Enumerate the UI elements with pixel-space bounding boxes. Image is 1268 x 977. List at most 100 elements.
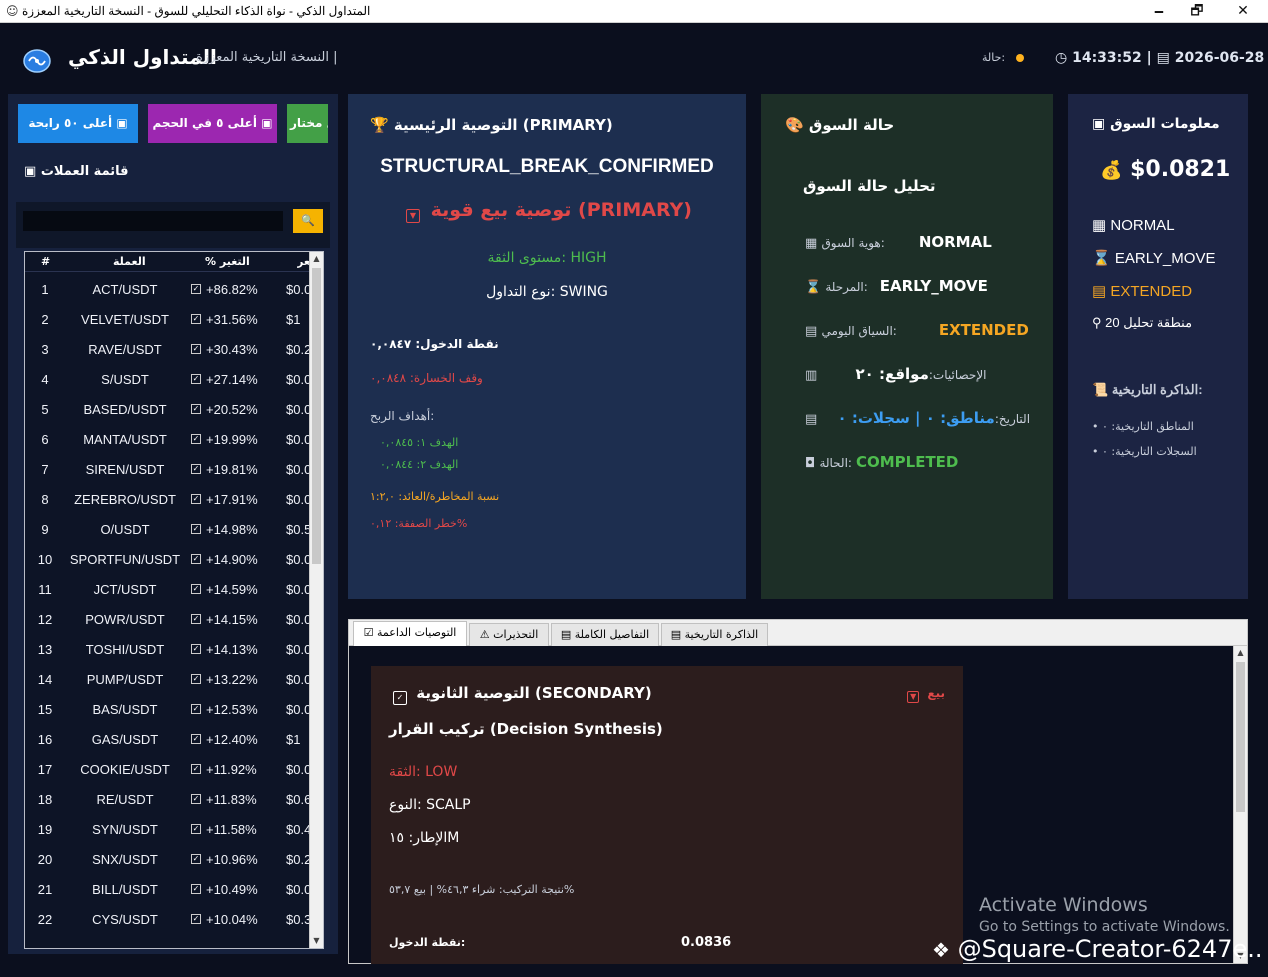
- row-index: 18: [37, 792, 53, 807]
- clock-icon: ◷: [1055, 50, 1068, 66]
- row-symbol: SNX/USDT: [92, 852, 158, 867]
- table-row[interactable]: 13 TOSHI/USDT ✓ +14.13% $0.00: [25, 634, 309, 664]
- row-symbol: BAS/USDT: [92, 702, 158, 717]
- row-price: $0.2: [286, 342, 309, 357]
- row-checkbox-icon[interactable]: ✓: [191, 524, 201, 534]
- row-checkbox-icon[interactable]: ✓: [191, 284, 201, 294]
- table-row[interactable]: 11 JCT/USDT ✓ +14.59% $0.00: [25, 574, 309, 604]
- row-checkbox-icon[interactable]: ✓: [191, 464, 201, 474]
- column-header-change[interactable]: % التغير: [205, 255, 250, 268]
- row-price: $0.0: [286, 702, 309, 717]
- scroll-up-arrow[interactable]: ▲: [310, 252, 323, 266]
- tab-warnings[interactable]: ⚠ التحذيرات: [469, 623, 549, 646]
- top-gainers-button[interactable]: أعلى ٥٠ رابحة ▣: [18, 104, 138, 143]
- identity-icon: ▦: [1092, 217, 1107, 234]
- target-2: الهدف ٢: ٠,٠٨٤٤: [380, 458, 459, 471]
- market-status-label: السياق اليومي:: [821, 324, 897, 338]
- row-checkbox-icon[interactable]: ✓: [191, 614, 201, 624]
- app-title: المتداول الذكي: [68, 45, 217, 69]
- table-row[interactable]: 3 RAVE/USDT ✓ +30.43% $0.2: [25, 334, 309, 364]
- tab-full-details[interactable]: ▤ التفاصيل الكاملة: [551, 623, 659, 646]
- table-row[interactable]: 22 CYS/USDT ✓ +10.04% $0.3: [25, 904, 309, 934]
- table-row[interactable]: 9 O/USDT ✓ +14.98% $0.5: [25, 514, 309, 544]
- column-header-price[interactable]: السعر: [297, 255, 309, 268]
- row-index: 17: [37, 762, 53, 777]
- close-button[interactable]: ✕: [1221, 0, 1265, 23]
- row-checkbox-icon[interactable]: ✓: [191, 704, 201, 714]
- stats-icon: ▥: [805, 368, 818, 383]
- row-price: $0.0: [286, 372, 309, 387]
- calendar-icon: ▤: [1092, 283, 1107, 300]
- row-checkbox-icon[interactable]: ✓: [191, 914, 201, 924]
- row-checkbox-icon[interactable]: ✓: [191, 494, 201, 504]
- row-change: +10.04%: [206, 912, 258, 927]
- table-row[interactable]: 12 POWR/USDT ✓ +14.15% $0.0: [25, 604, 309, 634]
- row-change: +30.43%: [206, 342, 258, 357]
- table-row[interactable]: 18 RE/USDT ✓ +11.83% $0.6: [25, 784, 309, 814]
- table-row[interactable]: 1 ACT/USDT ✓ +86.82% $0.0: [25, 274, 309, 304]
- market-status-value: NORMAL: [918, 233, 992, 251]
- scroll-down-arrow[interactable]: ▼: [310, 934, 323, 948]
- table-row[interactable]: 14 PUMP/USDT ✓ +13.22% $0.00: [25, 664, 309, 694]
- row-index: 2: [41, 312, 49, 327]
- row-checkbox-icon[interactable]: ✓: [191, 854, 201, 864]
- row-index: 14: [37, 672, 53, 687]
- selected-filter-button[interactable]: ل مختار: [287, 104, 328, 143]
- table-row[interactable]: 20 SNX/USDT ✓ +10.96% $0.2: [25, 844, 309, 874]
- row-checkbox-icon[interactable]: ✓: [191, 764, 201, 774]
- tab-supporting-recommendations[interactable]: ☑ التوصيات الداعمة: [353, 621, 467, 646]
- market-status-heading-text: حالة السوق: [808, 116, 895, 134]
- row-change: +10.49%: [206, 882, 258, 897]
- table-row[interactable]: 16 GAS/USDT ✓ +12.40% $1: [25, 724, 309, 754]
- row-symbol: POWR/USDT: [85, 612, 165, 627]
- row-change: +20.52%: [206, 402, 258, 417]
- row-change: +14.90%: [206, 552, 258, 567]
- row-price: $0.4: [286, 822, 309, 837]
- details-scrollbar[interactable]: ▲ ▼: [1233, 646, 1247, 963]
- info-chart-icon: ▣: [1092, 116, 1106, 132]
- table-row[interactable]: 4 S/USDT ✓ +27.14% $0.0: [25, 364, 309, 394]
- column-header-currency[interactable]: العملة: [113, 255, 146, 268]
- brain-logo-icon: [23, 49, 51, 73]
- check-icon: ☑: [363, 626, 374, 639]
- secondary-recommendation-card: ✓ التوصية الثانوية (SECONDARY) ▼ بيع ترك…: [371, 666, 963, 964]
- row-checkbox-icon[interactable]: ✓: [191, 314, 201, 324]
- table-row[interactable]: 2 VELVET/USDT ✓ +31.56% $1: [25, 304, 309, 334]
- top-volume-button[interactable]: أعلى ٥ في الحجم ▣: [148, 104, 277, 143]
- row-checkbox-icon[interactable]: ✓: [191, 584, 201, 594]
- row-checkbox-icon[interactable]: ✓: [191, 344, 201, 354]
- table-row[interactable]: 5 BASED/USDT ✓ +20.52% $0.0: [25, 394, 309, 424]
- table-row[interactable]: 8 ZEREBRO/USDT ✓ +17.91% $0.0: [25, 484, 309, 514]
- row-checkbox-icon[interactable]: ✓: [191, 404, 201, 414]
- row-checkbox-icon[interactable]: ✓: [191, 794, 201, 804]
- maximize-button[interactable]: 🗗: [1175, 0, 1219, 23]
- row-checkbox-icon[interactable]: ✓: [191, 884, 201, 894]
- table-scrollbar[interactable]: ▲ ▼: [309, 252, 323, 948]
- tab-historical-memory[interactable]: ▤ الذاكرة التاريخية: [661, 623, 768, 646]
- market-status-row: ⌛ المرحلة: EARLY_MOVE: [805, 277, 988, 295]
- search-button[interactable]: 🔍: [293, 209, 323, 233]
- row-checkbox-icon[interactable]: ✓: [191, 734, 201, 744]
- row-symbol: ZEREBRO/USDT: [74, 492, 176, 507]
- row-checkbox-icon[interactable]: ✓: [191, 674, 201, 684]
- table-row[interactable]: 7 SIREN/USDT ✓ +19.81% $0.0: [25, 454, 309, 484]
- scroll-thumb[interactable]: [1236, 662, 1245, 812]
- table-row[interactable]: 10 SPORTFUN/USDT ✓ +14.90% $0.0: [25, 544, 309, 574]
- row-checkbox-icon[interactable]: ✓: [191, 824, 201, 834]
- row-checkbox-icon[interactable]: ✓: [191, 374, 201, 384]
- row-checkbox-icon[interactable]: ✓: [191, 434, 201, 444]
- table-row[interactable]: 6 MANTA/USDT ✓ +19.99% $0.0: [25, 424, 309, 454]
- search-input[interactable]: [23, 211, 283, 231]
- table-row[interactable]: 17 COOKIE/USDT ✓ +11.92% $0.00: [25, 754, 309, 784]
- market-status-row: ◘ الحالة: COMPLETED: [805, 453, 958, 471]
- table-row[interactable]: 19 SYN/USDT ✓ +11.58% $0.4: [25, 814, 309, 844]
- column-header-index[interactable]: #: [41, 255, 50, 268]
- table-row[interactable]: 15 BAS/USDT ✓ +12.53% $0.0: [25, 694, 309, 724]
- row-checkbox-icon[interactable]: ✓: [191, 554, 201, 564]
- activate-windows-subtitle: Go to Settings to activate Windows.: [979, 919, 1230, 935]
- market-status-value: مناطق: ٠ | سجلات: ٠: [837, 409, 995, 427]
- row-checkbox-icon[interactable]: ✓: [191, 644, 201, 654]
- scroll-up-arrow[interactable]: ▲: [1234, 646, 1247, 660]
- scroll-thumb[interactable]: [312, 268, 321, 564]
- table-row[interactable]: 21 BILL/USDT ✓ +10.49% $0.0: [25, 874, 309, 904]
